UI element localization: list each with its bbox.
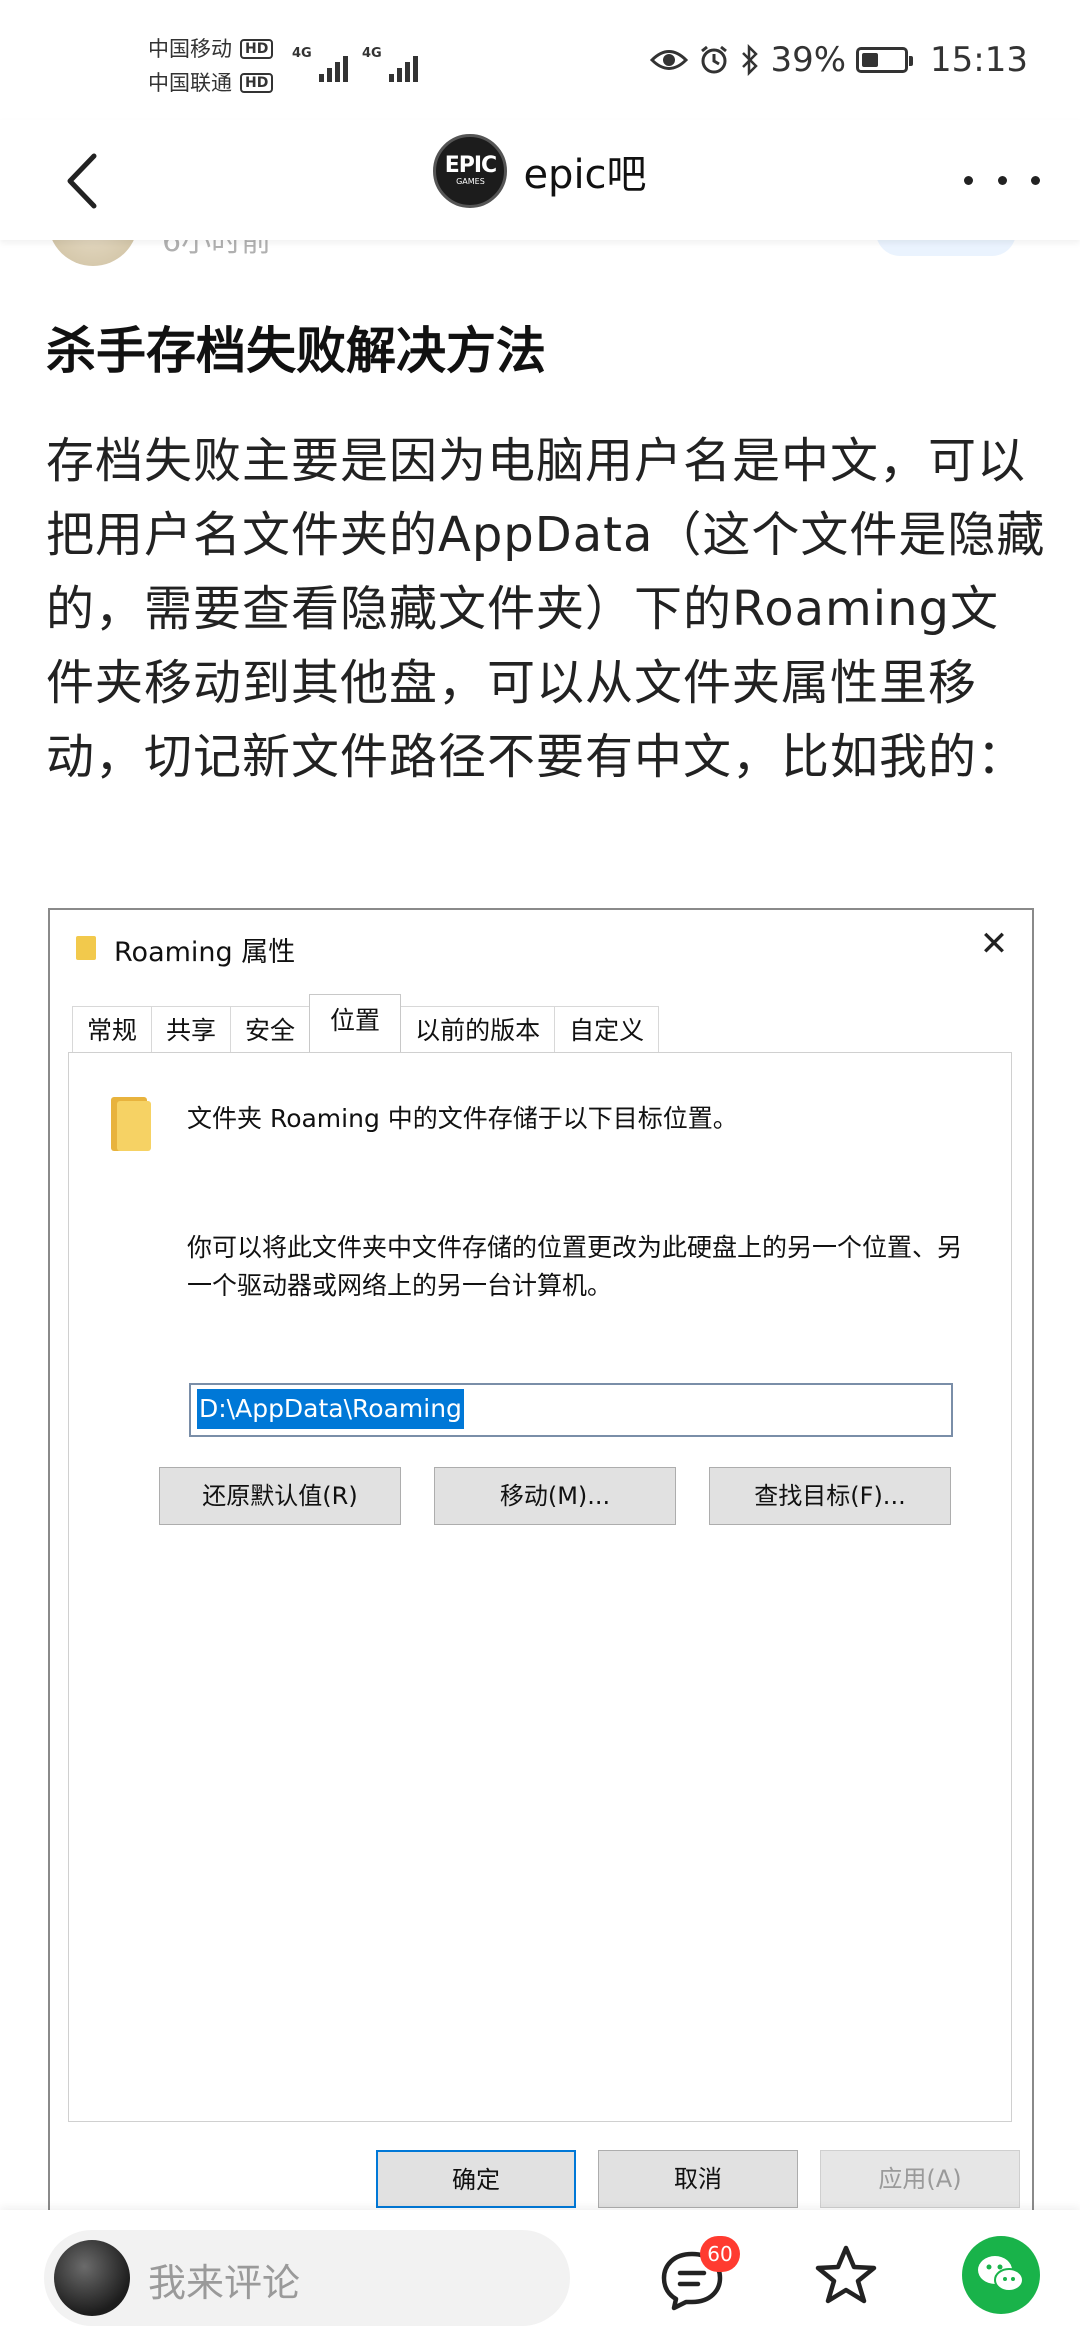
more-options-button[interactable] — [964, 160, 1040, 200]
carrier-info: 中国移动 HD 中国联通 HD — [148, 32, 274, 100]
folder-icon — [111, 1097, 151, 1151]
bottom-action-bar: 我来评论 60 — [0, 2210, 1080, 2340]
hd-badge-1: HD — [240, 39, 274, 59]
hd-badge-2: HD — [240, 73, 274, 93]
wechat-icon — [978, 2256, 1024, 2292]
dialog-title: Roaming 属性 — [114, 937, 296, 968]
post-body: 存档失败主要是因为电脑用户名是中文，可以把用户名文件夹的AppData（这个文件… — [46, 433, 1046, 785]
signal-indicators: 4G 4G — [292, 42, 418, 82]
alarm-icon — [701, 45, 728, 74]
tab-location: 位置 — [309, 994, 402, 1052]
tab-security: 安全 — [230, 1006, 311, 1052]
post-title: 杀手存档失败解决方法 — [46, 322, 546, 380]
apply-button: 应用(A) — [820, 2150, 1020, 2208]
close-icon: ✕ — [979, 924, 1009, 964]
forum-logo: EPIC GAMES — [433, 134, 508, 208]
forum-name: epic吧 — [523, 152, 647, 198]
network-type-label: 4G — [292, 46, 312, 61]
tab-customize: 自定义 — [554, 1006, 660, 1052]
carrier-name-2: 中国联通 — [148, 71, 232, 95]
location-panel: 文件夹 Roaming 中的文件存储于以下目标位置。 你可以将此文件夹中文件存储… — [68, 1052, 1012, 2122]
path-field: D:\AppData\Roaming — [189, 1383, 953, 1437]
favorite-button[interactable] — [812, 2242, 880, 2310]
forum-header[interactable]: EPIC GAMES epic吧 — [0, 134, 1080, 208]
folder-icon — [76, 936, 96, 960]
comment-input[interactable]: 我来评论 — [44, 2230, 570, 2326]
dialog-tabs: 常规 共享 安全 位置 以前的版本 自定义 — [72, 994, 660, 1052]
battery-icon — [856, 47, 914, 73]
move-button: 移动(M)... — [434, 1467, 676, 1525]
post-image[interactable]: Roaming 属性 ✕ 常规 共享 安全 位置 以前的版本 自定义 文件夹 R… — [48, 908, 1034, 2220]
dot — [964, 175, 973, 185]
system-indicators: 39% 15:13 — [650, 40, 1028, 80]
tab-general: 常规 — [72, 1006, 153, 1052]
signal-icon: 4G — [362, 42, 418, 82]
dot — [1031, 175, 1040, 185]
comment-count-badge: 60 — [700, 2236, 740, 2272]
wechat-share-button[interactable] — [962, 2236, 1040, 2314]
location-description: 文件夹 Roaming 中的文件存储于以下目标位置。 — [187, 1104, 738, 1133]
find-target-button: 查找目标(F)... — [709, 1467, 951, 1525]
comment-placeholder: 我来评论 — [148, 2261, 301, 2305]
nav-bar: EPIC GAMES epic吧 — [0, 120, 1080, 240]
status-bar: 中国移动 HD 中国联通 HD 4G 4G 39% 15:13 — [0, 0, 1080, 120]
ok-button: 确定 — [376, 2150, 576, 2208]
tab-sharing: 共享 — [151, 1006, 232, 1052]
cancel-button: 取消 — [598, 2150, 798, 2208]
tab-previous-versions: 以前的版本 — [400, 1006, 556, 1052]
eye-icon — [650, 50, 689, 70]
dot — [997, 175, 1007, 185]
location-hint: 你可以将此文件夹中文件存储的位置更改为此硬盘上的另一个位置、另一个驱动器或网络上… — [187, 1233, 963, 1300]
network-type-label: 4G — [362, 46, 382, 61]
clock: 15:13 — [930, 40, 1028, 80]
dialog-titlebar: Roaming 属性 ✕ — [50, 910, 1032, 986]
path-value: D:\AppData\Roaming — [197, 1389, 464, 1429]
bluetooth-icon — [742, 44, 759, 76]
avatar — [54, 2240, 130, 2316]
star-icon — [815, 2245, 877, 2304]
restore-default-button: 还原默认值(R) — [159, 1467, 401, 1525]
carrier-name-1: 中国移动 — [148, 37, 232, 61]
battery-percent: 39% — [770, 40, 847, 80]
signal-icon: 4G — [292, 42, 348, 82]
